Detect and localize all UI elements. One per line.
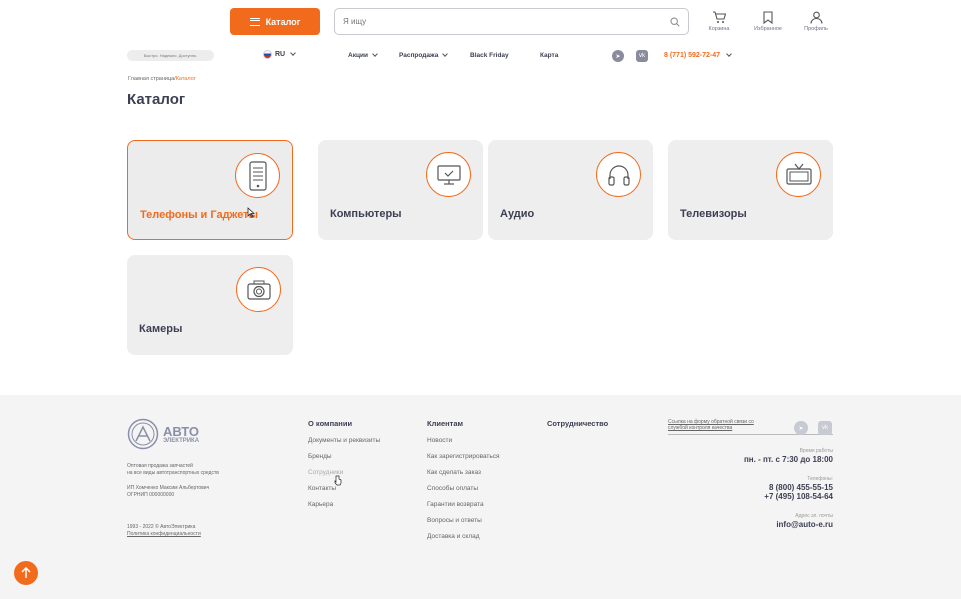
nav-label: Black Friday (470, 52, 509, 59)
hours-label: Время работы (799, 448, 833, 454)
search-icon[interactable] (670, 16, 680, 27)
logo-text-bottom: ЭЛЕКТРИКА (163, 437, 200, 444)
working-hours: пн. - пт. с 7:30 до 18:00 (743, 455, 833, 464)
copyright: 1993 - 2022 © АвтоЭлектрика (127, 524, 196, 530)
page-title: Каталог (127, 91, 186, 108)
nav-label: Распродажа (399, 52, 439, 59)
logo-emblem-icon (127, 418, 159, 450)
category-label: Аудио (500, 208, 535, 220)
owner-line: ОГРНИП 000000000 (127, 492, 175, 498)
footer-link[interactable]: Новости (427, 437, 452, 444)
footer-phone-2[interactable]: +7 (495) 108-54-64 (764, 492, 833, 501)
category-card-tv[interactable]: Телевизоры (668, 140, 833, 240)
headphones-icon (596, 152, 641, 197)
footer-phone-1[interactable]: 8 (800) 455-55-15 (769, 483, 833, 492)
nav-black-friday[interactable]: Black Friday (470, 52, 509, 59)
cart-icon (713, 11, 726, 23)
hand-cursor-icon (334, 475, 342, 486)
chevron-down-icon (290, 50, 296, 56)
russian-flag-icon (263, 50, 272, 59)
tv-icon (776, 152, 821, 197)
phones-label: Телефоны: (807, 476, 833, 482)
footer-link[interactable]: Вопросы и ответы (427, 517, 482, 524)
header-phone[interactable]: 8 (771) 592-72-47 (664, 51, 732, 59)
vk-icon[interactable]: vk (636, 50, 648, 62)
breadcrumb-home[interactable]: Главная страница (128, 76, 174, 82)
breadcrumb: Главная страница/Каталог (128, 76, 196, 82)
category-label: Компьютеры (330, 208, 402, 220)
telegram-icon[interactable]: ➤ (612, 50, 624, 62)
search-input[interactable] (343, 17, 670, 26)
logo-text-top: АВТО (163, 423, 200, 439)
feedback-line: службой контроля качества (668, 425, 733, 431)
cart-label: Корзина (708, 26, 730, 32)
menu-icon (249, 17, 260, 26)
language-label: RU (275, 51, 286, 58)
footer-link[interactable]: Как сделать заказ (427, 469, 481, 476)
footer-link[interactable]: Способы оплаты (427, 485, 478, 492)
company-owner: ИП Хомченко Максим Альбертович ОГРНИП 00… (127, 485, 209, 499)
category-card-cameras[interactable]: Камеры (127, 255, 293, 355)
nav-sale[interactable]: Распродажа (399, 51, 449, 59)
footer-col-partnership-title[interactable]: Сотрудничество (547, 419, 608, 428)
monitor-icon (426, 152, 471, 197)
email-label: Адрес эл. почты (795, 513, 833, 519)
footer-logo[interactable]: АВТО ЭЛЕКТРИКА (127, 418, 199, 450)
category-card-phones[interactable]: Телефоны и Гаджеты (127, 140, 293, 240)
language-selector[interactable]: RU (263, 50, 296, 59)
category-label: Телевизоры (680, 208, 747, 220)
footer-col-clients-title: Клиентам (427, 419, 464, 428)
nav-label: Акции (348, 52, 368, 59)
category-label: Телефоны и Гаджеты (140, 209, 258, 221)
phone-number: 8 (771) 592-72-47 (664, 52, 721, 59)
chevron-down-icon (726, 51, 732, 57)
nav-label: Карта (540, 52, 559, 59)
nav-map[interactable]: Карта (540, 52, 558, 59)
nav-promotions[interactable]: Акции (348, 51, 378, 59)
chevron-down-icon (372, 51, 378, 57)
cart-button[interactable]: Корзина (699, 11, 739, 32)
telegram-icon[interactable]: ➤ (794, 421, 808, 435)
copyright-block: 1993 - 2022 © АвтоЭлектрика Политика кон… (127, 524, 201, 538)
favorites-button[interactable]: Избранное (748, 11, 788, 32)
bookmark-icon (763, 11, 773, 24)
catalog-button-label: Каталог (265, 16, 301, 27)
category-label: Камеры (139, 323, 183, 335)
chevron-down-icon (442, 51, 449, 57)
footer-col-company-title: О компании (308, 419, 353, 428)
footer-link[interactable]: Доставка и склад (427, 533, 480, 540)
feedback-link[interactable]: Ссылка на форму обратной связи со службо… (668, 419, 833, 435)
search-bar[interactable] (334, 8, 689, 35)
footer-link[interactable]: Документы и реквизиты (308, 437, 380, 444)
vk-icon[interactable]: vk (818, 421, 832, 435)
footer-link[interactable]: Карьера (308, 501, 333, 508)
user-icon (809, 11, 823, 24)
footer-email[interactable]: info@auto-e.ru (776, 520, 833, 529)
category-card-computers[interactable]: Компьютеры (318, 140, 483, 240)
catalog-button[interactable]: Каталог (230, 8, 320, 35)
camera-icon (236, 267, 281, 312)
tagline: Быстро. Надежно. Доступно. (127, 50, 214, 61)
footer-link[interactable]: Контакты (308, 485, 336, 492)
owner-line: ИП Хомченко Максим Альбертович (127, 485, 210, 491)
desc-line: Оптовая продажа запчастей (127, 463, 193, 469)
scroll-to-top-button[interactable] (14, 561, 38, 585)
profile-button[interactable]: Профиль (796, 11, 836, 32)
company-description: Оптовая продажа запчастей на все виды ав… (127, 463, 219, 477)
footer-link[interactable]: Как зарегистрироваться (427, 453, 500, 460)
desc-line: на все виды автотранспортных средств (127, 470, 219, 476)
cursor-icon (247, 207, 255, 218)
favorites-label: Избранное (754, 26, 782, 32)
footer-link[interactable]: Гарантии возврата (427, 501, 484, 508)
breadcrumb-current: Каталог (175, 76, 196, 82)
privacy-link[interactable]: Политика конфиденциальности (127, 531, 201, 538)
footer-link[interactable]: Бренды (308, 453, 332, 460)
profile-label: Профиль (804, 26, 828, 32)
arrow-up-icon (21, 567, 31, 578)
phone-icon (235, 153, 280, 198)
category-card-audio[interactable]: Аудио (488, 140, 653, 240)
